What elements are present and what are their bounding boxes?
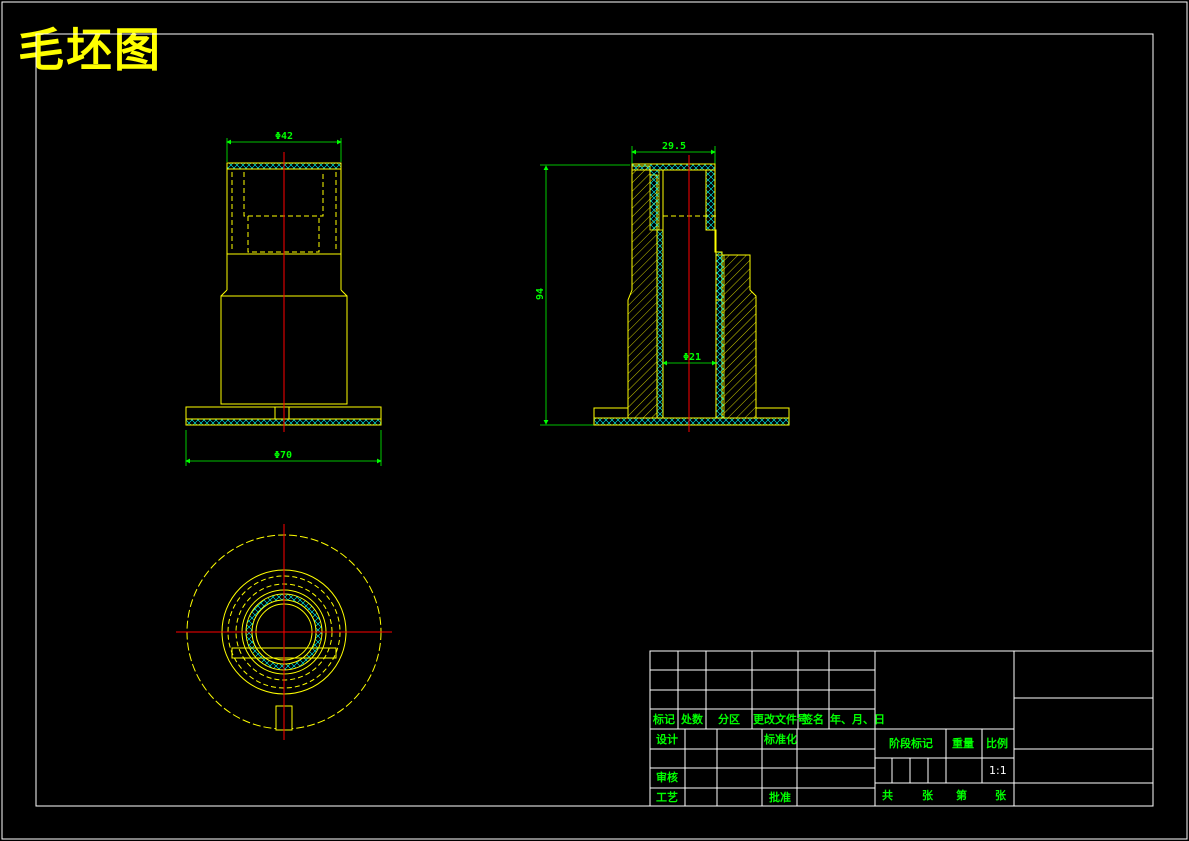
tb-header-date: 年、月、日 [830,712,885,726]
tb-process: 工艺 [656,790,678,804]
tb-header-mark: 标记 [652,712,675,726]
dim-top-diameter: Φ42 [275,131,293,142]
tb-header-zone: 分区 [718,712,740,726]
dim-section-top-width: 29.5 [662,141,686,152]
tb-header-count: 处数 [680,712,704,726]
tb-number: 第 [956,788,967,802]
tb-design: 设计 [656,732,678,746]
tb-total: 共 [882,788,893,802]
dim-section-bore: Φ21 [683,352,701,363]
tb-header-change-doc: 更改文件号 [753,712,808,726]
dim-section-height: 94 [535,288,546,300]
title-block [649,650,1154,807]
dim-base-diameter: Φ70 [274,450,292,461]
tb-scale-label: 比例 [986,736,1008,750]
cad-drawing: Φ42 Φ70 29.5 94 Φ21 标记 处数 分区 更改文件号 签名 年、… [1,1,1188,840]
tb-standardize: 标准化 [763,732,797,746]
tb-sheets: 张 [922,788,934,802]
tb-sheet: 张 [995,788,1007,802]
tb-weight: 重量 [952,736,974,750]
section-view: 29.5 94 Φ21 [535,141,790,432]
tb-header-signature: 签名 [801,712,824,726]
tb-scale-value: 1:1 [989,764,1007,777]
tb-review: 审核 [656,770,678,784]
top-view [176,524,392,740]
front-view: Φ42 Φ70 [185,131,382,466]
tb-approve: 批准 [769,790,791,804]
tb-stage-mark: 阶段标记 [889,736,933,750]
